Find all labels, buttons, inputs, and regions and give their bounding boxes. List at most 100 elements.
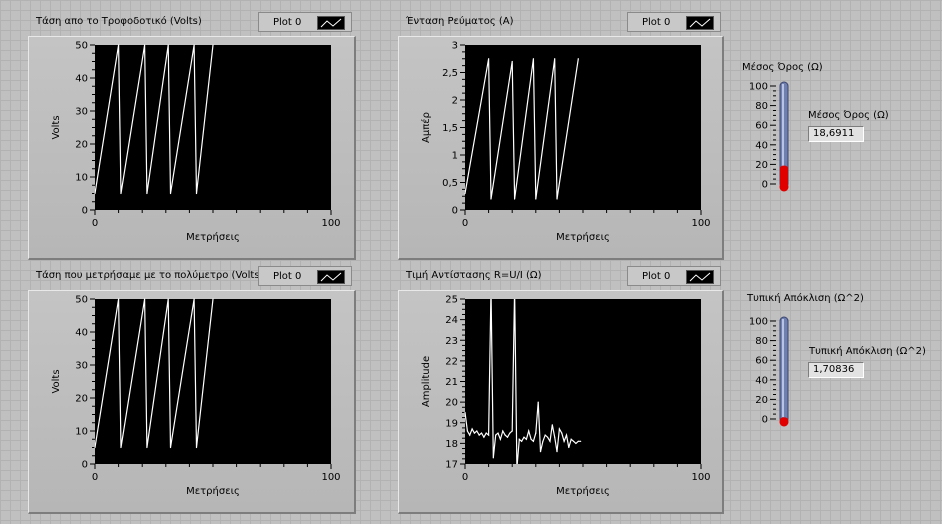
data-point: [572, 440, 575, 442]
y-tick-label: 3: [452, 41, 458, 52]
data-point: [523, 436, 525, 438]
data-point: [544, 434, 546, 436]
y-tick-label: 22: [445, 356, 458, 367]
scale-label: 40: [755, 140, 768, 151]
plot-area[interactable]: 0 10 20 30 40 50 0 100 Μετρήσεις Volts: [29, 291, 355, 513]
y-tick-label: 24: [445, 315, 458, 326]
x-tick-label: 0: [462, 472, 468, 483]
data-point: [118, 44, 120, 46]
graph-title: Τιμή Αντίστασης R=U/I (Ω): [406, 270, 542, 281]
mean-value-label: Μέσος Όρος (Ω): [808, 110, 889, 121]
y-tick-label: 50: [75, 41, 88, 52]
data-point: [532, 58, 535, 60]
data-point: [577, 440, 579, 442]
data-point: [146, 192, 148, 195]
line-style-icon[interactable]: [686, 270, 714, 284]
data-point: [488, 434, 490, 436]
x-tick-label: 0: [462, 218, 468, 229]
y-tick-label: 0: [452, 206, 458, 217]
scale-label: 80: [755, 101, 768, 112]
plot-area[interactable]: 0 0,5 1 1,5 2 2,5 3 0 100 Μετρήσεις Αμπέρ: [399, 37, 723, 259]
plot-legend[interactable]: Plot 0: [627, 266, 721, 286]
data-point: [169, 192, 172, 195]
data-point: [195, 446, 198, 449]
graph-multimeter-voltage: Τάση που μετρήσαμε με το πολύμετρο (Volt…: [28, 266, 356, 514]
data-point: [212, 44, 214, 46]
data-point: [167, 298, 169, 300]
scale-label: 100: [749, 82, 768, 93]
graph-frame: 0 10 20 30 40 50 0 100 Μετρήσεις Volts: [28, 290, 356, 514]
plot-legend[interactable]: Plot 0: [258, 266, 352, 286]
data-point: [580, 440, 582, 442]
y-tick-label: 2: [452, 96, 458, 107]
y-tick-label: 30: [75, 361, 88, 372]
x-axis-label: Μετρήσεις: [186, 231, 240, 243]
data-point: [504, 434, 506, 436]
y-axis-label: Volts: [51, 369, 62, 393]
y-tick-label: 21: [445, 377, 458, 388]
plot-legend[interactable]: Plot 0: [627, 12, 721, 32]
data-point: [469, 434, 471, 436]
thermometer-bulb: [779, 182, 789, 192]
y-tick-label: 10: [75, 173, 88, 184]
scale-label: 60: [755, 121, 768, 132]
data-point: [513, 198, 516, 200]
scale-label: 0: [762, 180, 768, 191]
mean-indicator-title: Μέσος Όρος (Ω): [742, 62, 823, 73]
plot-legend-label: Plot 0: [273, 17, 302, 28]
data-point: [143, 298, 146, 300]
x-tick-label: 100: [321, 218, 340, 229]
y-tick-label: 0: [82, 460, 88, 471]
plot-area[interactable]: 0 10 20 30 40 50 0 100 Μετρήσεις Volts: [29, 37, 355, 259]
data-point: [120, 446, 122, 449]
graph-current: Ένταση Ρεύματος (A) Plot 0 0 0,5 1 1,5 2 2,5 3…: [398, 12, 724, 260]
data-point: [120, 192, 122, 195]
data-point: [565, 434, 568, 436]
data-point: [518, 438, 520, 440]
y-tick-label: 0,5: [442, 178, 458, 189]
data-point: [464, 192, 466, 195]
plot-area[interactable]: 17 18 19 20 21 22 23 24 25 0 100 Μετρήσεις Amplitude: [399, 291, 723, 513]
y-tick-label: 20: [75, 394, 88, 405]
data-point: [488, 58, 490, 60]
y-tick-label: 18: [445, 439, 458, 450]
y-tick-label: 19: [445, 418, 458, 429]
tube-highlight: [782, 319, 784, 417]
data-point: [473, 432, 476, 434]
data-point: [212, 298, 214, 300]
data-point: [495, 434, 497, 436]
graph-frame: 17 18 19 20 21 22 23 24 25 0 100 Μετρήσεις Amplitude: [398, 290, 724, 514]
y-tick-label: 20: [75, 140, 88, 151]
line-style-icon[interactable]: [317, 16, 345, 30]
plot-background: [95, 45, 331, 210]
y-tick-label: 0: [82, 206, 88, 217]
y-tick-label: 40: [75, 74, 88, 85]
plot-legend[interactable]: Plot 0: [258, 12, 352, 32]
scale-label: 60: [755, 356, 768, 367]
graph-frame: 0 10 20 30 40 50 0 100 Μετρήσεις Volts: [28, 36, 356, 260]
data-point: [146, 446, 148, 449]
graph-title: Ένταση Ρεύματος (A): [406, 16, 514, 27]
data-point: [509, 432, 511, 434]
x-axis-label: Μετρήσεις: [186, 485, 240, 497]
data-point: [547, 436, 549, 438]
x-tick-label: 100: [691, 472, 710, 483]
y-tick-label: 17: [445, 460, 458, 471]
line-style-icon[interactable]: [317, 270, 345, 284]
y-axis-label: Αμπέρ: [420, 112, 432, 143]
y-tick-label: 1: [452, 151, 458, 162]
stddev-value-display: 1,70836: [808, 362, 864, 378]
data-point: [558, 428, 560, 430]
x-tick-label: 0: [92, 218, 98, 229]
scale-label: 20: [755, 395, 768, 406]
scale-label: 20: [755, 160, 768, 171]
line-style-icon[interactable]: [686, 16, 714, 30]
data-point: [568, 446, 570, 449]
data-point: [530, 438, 532, 440]
graph-resistance: Τιμή Αντίστασης R=U/I (Ω) Plot 0 17 18 19 2…: [398, 266, 724, 514]
data-point: [193, 44, 195, 46]
x-tick-label: 0: [92, 472, 98, 483]
data-point: [143, 44, 146, 46]
y-tick-label: 20: [445, 398, 458, 409]
scale-label: 40: [755, 375, 768, 386]
